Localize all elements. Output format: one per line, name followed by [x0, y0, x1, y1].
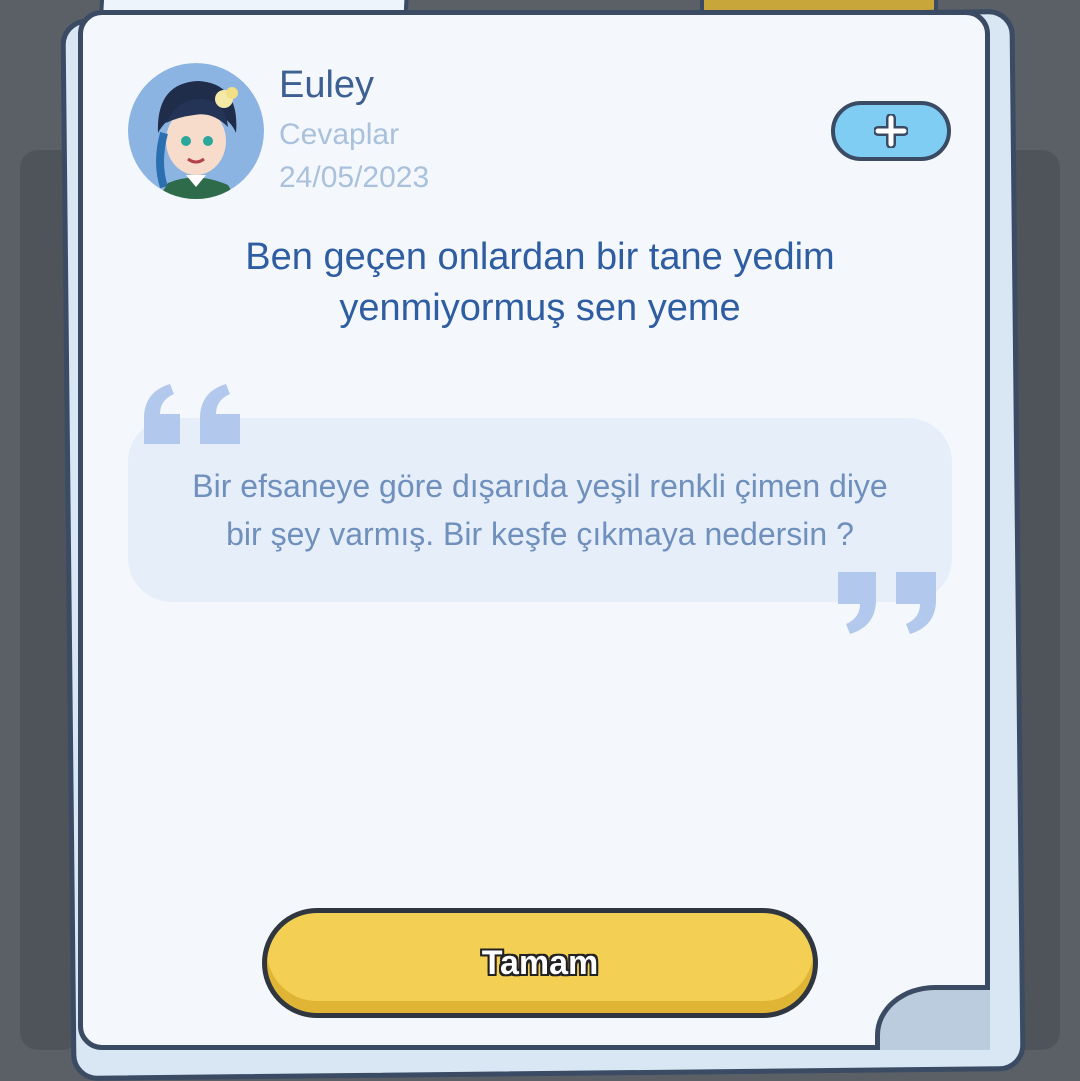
quote-line-1: Bir efsaneye göre dışarıda yeşil renkli … [192, 468, 888, 504]
add-friend-button[interactable] [831, 101, 951, 161]
open-quote-icon [144, 384, 240, 444]
message-line-1: Ben geçen onlardan bir tane yedim [245, 236, 835, 278]
user-avatar [128, 63, 264, 199]
message-date: 24/05/2023 [279, 161, 430, 194]
anime-character-avatar-icon [128, 63, 264, 199]
user-name: Euley [279, 64, 375, 106]
ok-button-label: Tamam [481, 943, 599, 982]
message-text: Ben geçen onlardan bir tane yedim yenmiy… [160, 232, 920, 334]
quote-line-2: bir şey varmış. Bir keşfe çıkmaya neders… [226, 516, 854, 552]
quote-text: Bir efsaneye göre dışarıda yeşil renkli … [150, 462, 930, 558]
close-quote-icon [838, 572, 936, 634]
plus-icon [874, 114, 908, 148]
user-subtitle: Cevaplar [279, 118, 400, 151]
ok-button[interactable]: Tamam [262, 908, 818, 1018]
message-line-2: yenmiyormuş sen yeme [339, 287, 741, 329]
page-curl [875, 985, 990, 1050]
